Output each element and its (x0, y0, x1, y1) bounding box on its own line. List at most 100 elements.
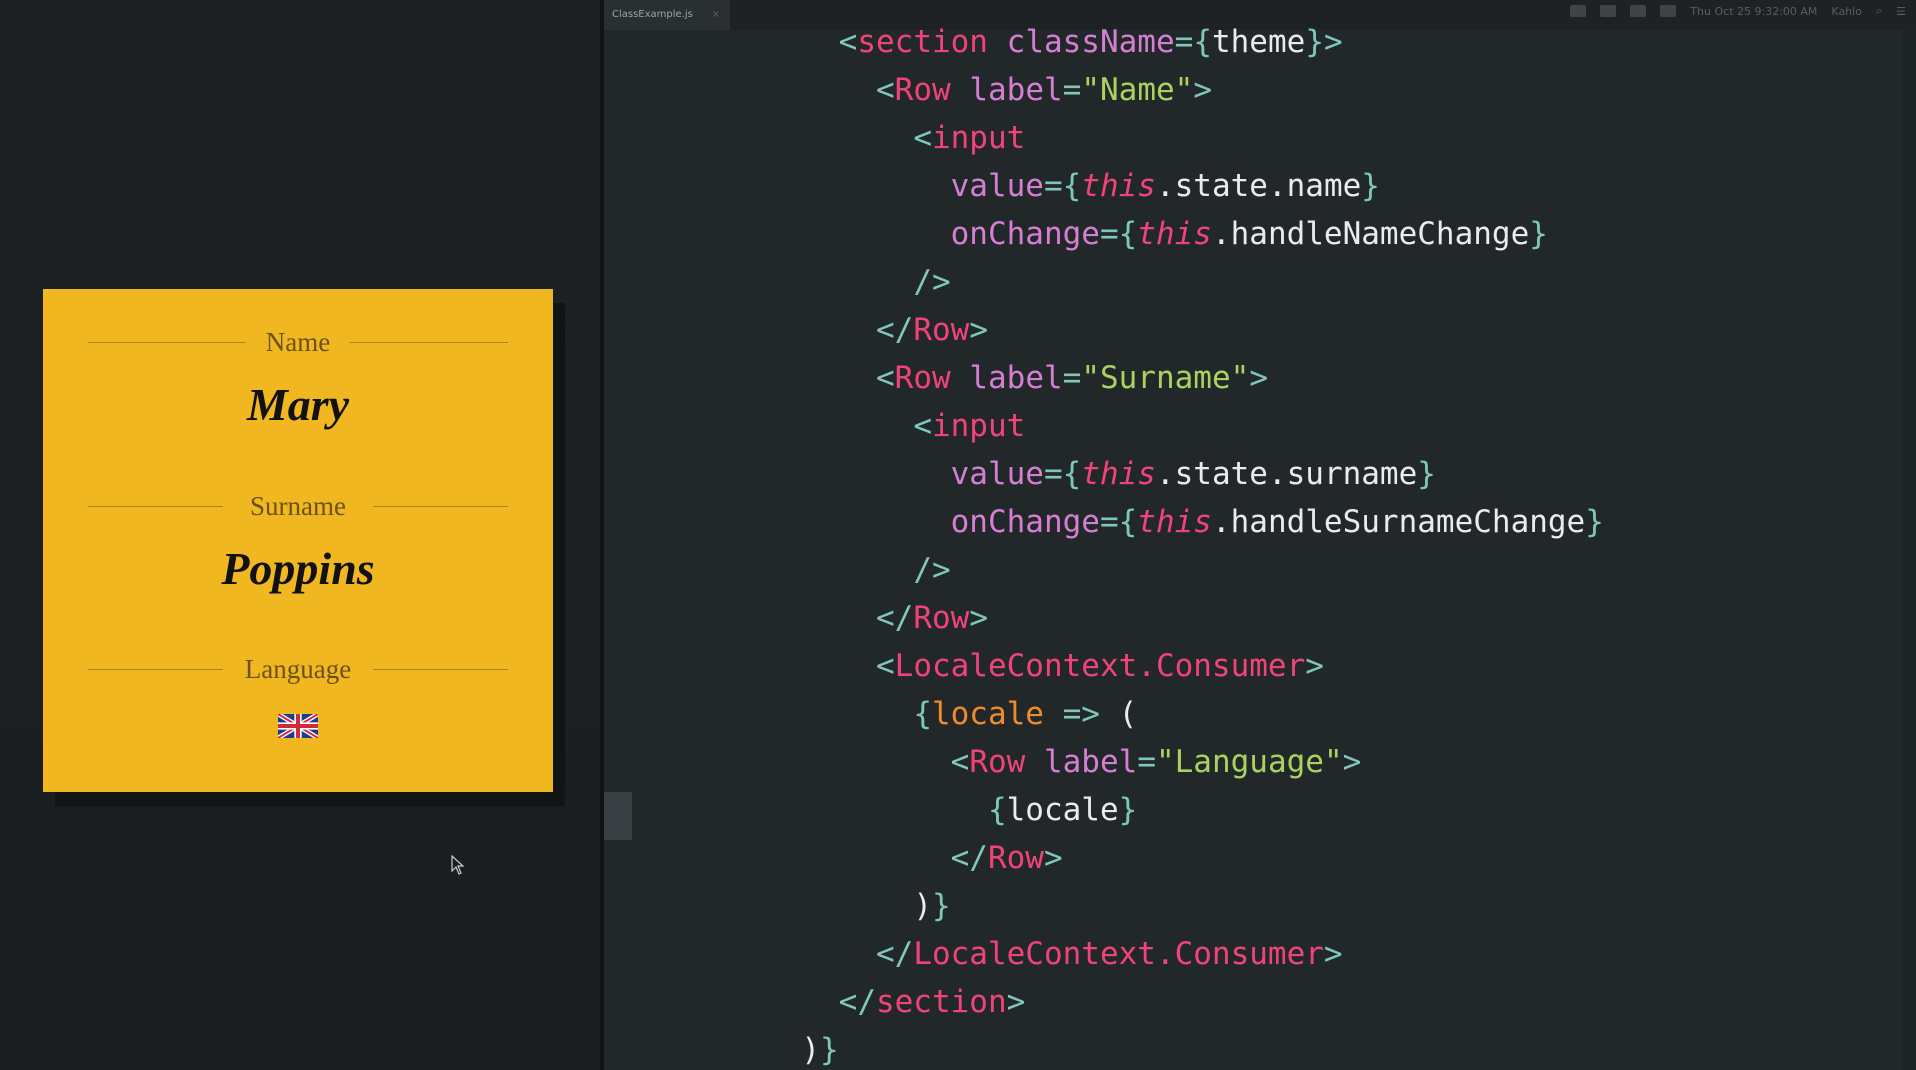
code-line[interactable]: </Row> (764, 594, 1604, 642)
code-token: } (820, 1032, 839, 1068)
menubar-date[interactable]: Thu Oct 25 9:32:00 AM (1690, 5, 1817, 18)
code-line[interactable]: /> (764, 258, 1604, 306)
code-token: this (1081, 168, 1156, 204)
code-token: "Name" (1081, 72, 1194, 108)
code-line[interactable]: <LocaleContext.Consumer> (764, 642, 1604, 690)
surname-value[interactable]: Poppins (43, 543, 553, 595)
code-token: /> (913, 264, 951, 300)
code-line[interactable]: value={this.state.surname} (764, 450, 1604, 498)
code-line[interactable]: value={this.state.name} (764, 162, 1604, 210)
code-token: /> (913, 552, 951, 588)
code-line[interactable]: )} (764, 1026, 1604, 1070)
code-token: = (1174, 24, 1194, 60)
code-token: > (1006, 984, 1026, 1020)
code-line[interactable]: </Row> (764, 306, 1604, 354)
dropbox-icon[interactable] (1570, 5, 1587, 17)
code-token: </ (875, 312, 914, 348)
divider-line (88, 669, 223, 670)
code-token: } (1118, 792, 1138, 828)
tab-label: ClassExample.js (612, 9, 693, 20)
code-line[interactable]: </section> (764, 978, 1604, 1026)
code-token: value (950, 168, 1044, 204)
code-line[interactable]: <Row label="Name"> (764, 66, 1604, 114)
code-token: this (1137, 216, 1212, 252)
code-token: .state.surname (1155, 456, 1418, 492)
code-line[interactable]: onChange={this.handleNameChange} (764, 210, 1604, 258)
code-token: </ (875, 600, 914, 636)
code-token: onChange (950, 504, 1100, 540)
cloud-icon[interactable] (1600, 5, 1617, 17)
code-token: = (1099, 216, 1119, 252)
row-label-language: Language (234, 652, 362, 686)
battery-icon[interactable] (1660, 5, 1677, 17)
code-line[interactable]: onChange={this.handleSurnameChange} (764, 498, 1604, 546)
menu-icon[interactable]: ☰ (1896, 5, 1906, 18)
code-token: { (1118, 504, 1138, 540)
divider-line (373, 506, 508, 507)
code-line[interactable]: </Row> (764, 834, 1604, 882)
row-surname: Surname Poppins (43, 489, 553, 595)
code-token: = (1043, 456, 1063, 492)
code-token: label (969, 72, 1063, 108)
menubar-user[interactable]: Kahlo (1831, 5, 1862, 18)
code-token: this (1137, 504, 1212, 540)
screen: Name Mary Surname Poppins Language Class… (0, 0, 1916, 1070)
browser-preview-pane: Name Mary Surname Poppins Language (0, 0, 600, 1070)
code-line[interactable]: )} (764, 882, 1604, 930)
code-line[interactable]: <section className={theme}> (764, 18, 1604, 66)
search-icon[interactable]: ⌕ (1876, 4, 1882, 18)
code-token: } (1361, 168, 1380, 204)
code-token: section (857, 24, 988, 60)
code-line[interactable]: <Row label="Surname"> (764, 354, 1604, 402)
code-token: } (1305, 24, 1324, 60)
code-token: </ (838, 984, 876, 1020)
code-token: "Language" (1155, 744, 1343, 780)
code-token: > (969, 600, 988, 636)
code-line[interactable]: <Row label="Language"> (764, 738, 1604, 786)
wifi-icon[interactable] (1630, 5, 1647, 17)
code-token: Row (913, 600, 970, 636)
close-icon[interactable]: × (712, 0, 720, 30)
code-token: < (875, 72, 895, 108)
editor-scrollbar[interactable] (1902, 30, 1916, 1070)
code-token: locale (1006, 792, 1119, 828)
code-token: < (913, 120, 932, 156)
code-token: > (1342, 744, 1362, 780)
code-token: .state.name (1155, 168, 1362, 204)
name-value[interactable]: Mary (43, 379, 553, 431)
code-line[interactable]: <input (764, 402, 1604, 450)
code-token: </ (950, 840, 988, 876)
code-line[interactable]: </LocaleContext.Consumer> (764, 930, 1604, 978)
tab-classexample[interactable]: ClassExample.js × (604, 0, 730, 30)
system-menubar: Thu Oct 25 9:32:00 AM Kahlo ⌕ ☰ (1570, 0, 1906, 22)
code-token: { (1062, 456, 1082, 492)
code-token: => (1062, 696, 1100, 732)
divider-line (88, 506, 223, 507)
code-token: > (1249, 360, 1268, 396)
code-line[interactable]: /> (764, 546, 1604, 594)
code-area[interactable]: <section className={theme}> <Row label="… (764, 18, 1604, 1070)
code-line[interactable]: {locale => ( (764, 690, 1604, 738)
code-line[interactable]: <input (764, 114, 1604, 162)
code-token: Row (913, 312, 970, 348)
code-token: LocaleContext.Consumer (894, 648, 1306, 684)
code-token: = (1062, 360, 1082, 396)
code-token: > (1323, 24, 1343, 60)
code-token: Row (894, 360, 951, 396)
theme-section-card: Name Mary Surname Poppins Language (43, 289, 553, 792)
code-line[interactable]: {locale} (764, 786, 1604, 834)
